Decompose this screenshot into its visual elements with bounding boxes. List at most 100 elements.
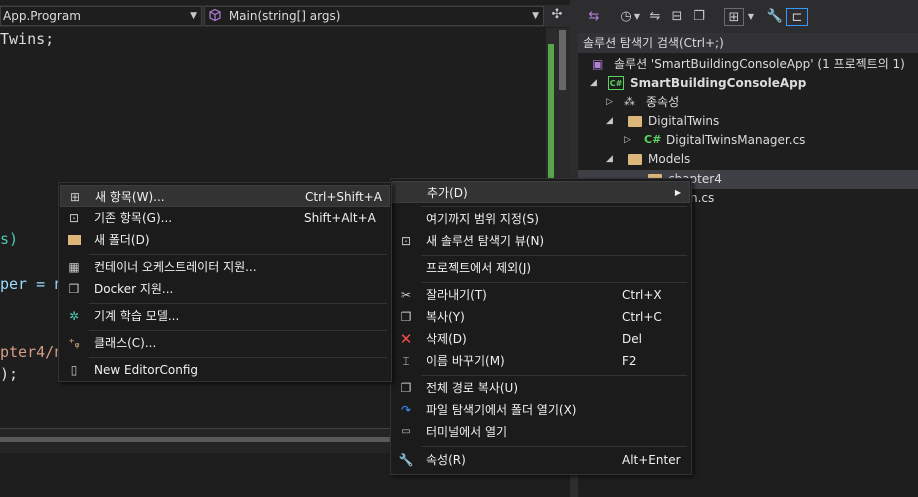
project-dropdown-label: App.Program xyxy=(3,9,81,23)
menu-separator xyxy=(421,375,687,376)
csharp-project-icon: C# xyxy=(608,76,624,90)
sync-icon[interactable]: ⇋ xyxy=(646,8,664,26)
menu-item-label: 기존 항목(G)... xyxy=(94,211,173,225)
collapsed-triangle-icon[interactable]: ▷ xyxy=(624,131,631,150)
terminal-icon: ▭ xyxy=(401,426,411,437)
switch-views-icon[interactable]: ⇆ xyxy=(584,8,604,26)
submenu-arrow-icon: ▶ xyxy=(674,188,681,197)
tree-item-label: SmartBuildingConsoleApp xyxy=(630,76,807,90)
chevron-down-icon: ▼ xyxy=(532,11,539,21)
horizontal-scrollbar-thumb[interactable] xyxy=(0,437,390,442)
menu-item-open-folder-in-explorer[interactable]: ↷ 파일 탐색기에서 폴더 열기(X) xyxy=(392,399,690,421)
new-item-icon: ⊞ xyxy=(69,190,81,204)
wrench-icon[interactable]: 🔧 xyxy=(766,8,784,26)
tree-item-file[interactable]: ▷ C# DigitalTwinsManager.cs xyxy=(578,131,918,150)
menu-item-shortcut: Alt+Enter xyxy=(622,453,681,467)
add-submenu: ⊞ 새 항목(W)... Ctrl+Shift+A ⊡ 기존 항목(G)... … xyxy=(58,182,392,382)
tree-item-dependencies[interactable]: ▷ ⁂ 종속성 xyxy=(578,93,918,112)
refresh-arrow-icon: ↷ xyxy=(400,403,412,417)
submenu-item-docker-support[interactable]: ❒ Docker 지원... xyxy=(60,278,390,300)
tree-item-label: DigitalTwinsManager.cs xyxy=(666,133,806,147)
copy-path-icon: ❐ xyxy=(400,381,412,395)
code-line: ); xyxy=(0,365,19,383)
tree-item-folder[interactable]: ◢ Models xyxy=(578,150,918,169)
split-window-icon[interactable]: ✣ xyxy=(546,6,568,26)
scissors-icon: ✂ xyxy=(400,288,412,302)
chevron-down-icon[interactable]: ▼ xyxy=(746,8,756,26)
menu-item-label: 새 솔루션 탐색기 뷰(N) xyxy=(426,234,545,248)
menu-item-shortcut: Ctrl+C xyxy=(622,310,662,324)
tree-item-label: 종속성 xyxy=(646,95,680,109)
show-all-files-icon[interactable]: ❐ xyxy=(690,8,708,26)
menu-separator xyxy=(89,303,387,304)
menu-item-label: 전체 경로 복사(U) xyxy=(426,381,519,395)
folder-icon xyxy=(628,116,642,127)
filter-icon[interactable]: ⊞ xyxy=(724,8,744,26)
project-dropdown[interactable]: App.Program ▼ xyxy=(0,6,202,26)
menu-separator xyxy=(421,255,687,256)
menu-item-label: 프로젝트에서 제외(J) xyxy=(426,261,532,275)
code-line: per = n xyxy=(0,275,64,293)
tree-item-label: DigitalTwins xyxy=(648,114,720,128)
submenu-item-new-editorconfig[interactable]: ▯ New EditorConfig xyxy=(60,359,390,381)
collapsed-triangle-icon[interactable]: ▷ xyxy=(606,93,613,112)
preview-selected-icon[interactable]: ⊏ xyxy=(786,8,808,26)
tree-item-folder[interactable]: ◢ DigitalTwins xyxy=(578,112,918,131)
menu-item-label: 파일 탐색기에서 폴더 열기(X) xyxy=(426,403,577,417)
member-dropdown-label: Main(string[] args) xyxy=(228,9,341,23)
menu-item-label: 속성(R) xyxy=(426,453,466,467)
expanded-triangle-icon[interactable]: ◢ xyxy=(590,74,597,93)
menu-item-delete[interactable]: ✕ 삭제(D) Del xyxy=(392,328,690,350)
submenu-item-container-orchestrator[interactable]: ▦ 컨테이너 오케스트레이터 지원... xyxy=(60,256,390,278)
tree-item-label: n.cs xyxy=(690,191,715,205)
submenu-item-new-item[interactable]: ⊞ 새 항목(W)... Ctrl+Shift+A xyxy=(60,185,390,207)
menu-separator xyxy=(89,330,387,331)
code-line: s) xyxy=(0,230,19,248)
solution-icon: ▣ xyxy=(592,57,604,71)
submenu-item-class[interactable]: ⁺ᵩ 클래스(C)... xyxy=(60,332,390,354)
chevron-down-icon: ▼ xyxy=(190,11,197,21)
context-menu: 추가(D) ▶ 여기까지 범위 지정(S) ⊡ 새 솔루션 탐색기 뷰(N) 프… xyxy=(390,178,692,475)
menu-item-cut[interactable]: ✂ 잘라내기(T) Ctrl+X xyxy=(392,284,690,306)
menu-item-open-in-terminal[interactable]: ▭ 터미널에서 열기 xyxy=(392,421,690,443)
menu-item-label: 추가(D) xyxy=(427,186,468,200)
tree-item-solution[interactable]: ▣ 솔루션 'SmartBuildingConsoleApp' (1 프로젝트의… xyxy=(578,55,918,74)
docker-icon: ❒ xyxy=(68,282,80,296)
menu-item-new-explorer-view[interactable]: ⊡ 새 솔루션 탐색기 뷰(N) xyxy=(392,230,690,252)
chevron-down-icon[interactable]: ▼ xyxy=(632,8,642,26)
collapse-all-icon[interactable]: ⊟ xyxy=(668,8,686,26)
menu-item-add[interactable]: 추가(D) ▶ xyxy=(392,181,690,203)
solution-explorer-search-input[interactable]: 솔루션 탐색기 검색(Ctrl+;) xyxy=(578,33,918,53)
menu-item-shortcut: Ctrl+X xyxy=(622,288,662,302)
menu-item-label: 새 항목(W)... xyxy=(95,190,165,204)
menu-item-copy-full-path[interactable]: ❐ 전체 경로 복사(U) xyxy=(392,377,690,399)
class-icon: ⁺ᵩ xyxy=(68,336,80,350)
menu-item-rename[interactable]: ⌶ 이름 바꾸기(M) F2 xyxy=(392,350,690,372)
menu-separator xyxy=(421,446,687,447)
menu-item-scope-to-this[interactable]: 여기까지 범위 지정(S) xyxy=(392,208,690,230)
menu-item-label: 이름 바꾸기(M) xyxy=(426,354,505,368)
ml-model-icon: ✲ xyxy=(68,309,80,323)
menu-item-properties[interactable]: 🔧 속성(R) Alt+Enter xyxy=(392,449,690,471)
expanded-triangle-icon[interactable]: ◢ xyxy=(606,150,613,169)
tree-item-project[interactable]: ◢ C# SmartBuildingConsoleApp xyxy=(578,74,918,93)
menu-item-shortcut: F2 xyxy=(622,354,637,368)
menu-separator xyxy=(89,254,387,255)
code-line: Twins; xyxy=(0,30,55,48)
menu-separator xyxy=(89,357,387,358)
submenu-item-new-folder[interactable]: 새 폴더(D) xyxy=(60,229,390,251)
scrollbar-thumb[interactable] xyxy=(559,30,566,90)
delete-x-icon: ✕ xyxy=(399,330,413,348)
menu-item-copy[interactable]: ❐ 복사(Y) Ctrl+C xyxy=(392,306,690,328)
menu-item-label: 새 폴더(D) xyxy=(94,233,150,247)
menu-item-label: 삭제(D) xyxy=(426,332,467,346)
menu-item-exclude-from-project[interactable]: 프로젝트에서 제외(J) xyxy=(392,257,690,279)
expanded-triangle-icon[interactable]: ◢ xyxy=(606,112,613,131)
copy-icon: ❐ xyxy=(400,310,412,324)
dependencies-icon: ⁂ xyxy=(624,95,635,108)
menu-item-label: 잘라내기(T) xyxy=(426,288,487,302)
submenu-item-existing-item[interactable]: ⊡ 기존 항목(G)... Shift+Alt+A xyxy=(60,207,390,229)
menu-separator xyxy=(421,282,687,283)
member-dropdown[interactable]: Main(string[] args) ▼ xyxy=(204,6,544,26)
submenu-item-ml-model[interactable]: ✲ 기계 학습 모델... xyxy=(60,305,390,327)
